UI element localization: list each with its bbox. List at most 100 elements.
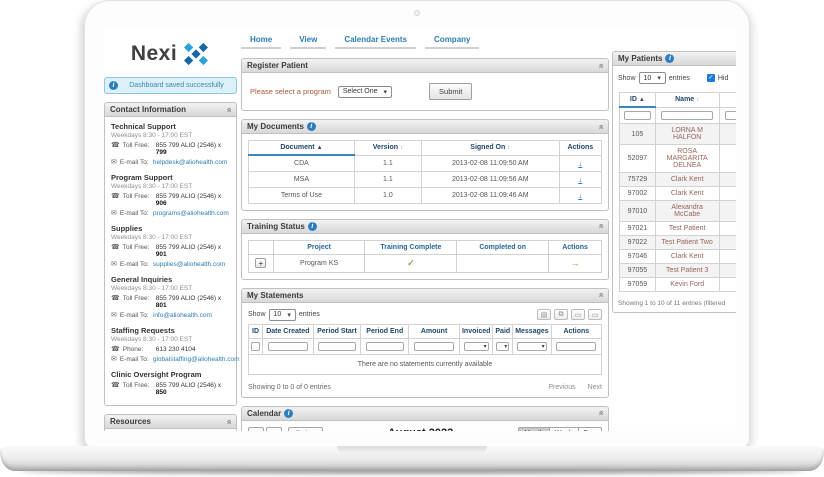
email-link[interactable]: globalstaffing@aliohealth.com — [153, 356, 240, 363]
export-csv-button[interactable]: ▭ — [571, 309, 585, 320]
patient-row[interactable]: 75729 Clark Kent Prin — [619, 172, 736, 187]
col-signed-on[interactable]: Signed On ↕ — [420, 140, 560, 156]
patient-row[interactable]: 97046 Clark Kent Prin — [619, 249, 736, 264]
nav-tab[interactable]: Home — [241, 33, 282, 49]
patient-row[interactable]: 97059 Kevin Ford Prin — [619, 277, 736, 292]
collapse-icon[interactable]: » — [223, 419, 233, 424]
filter-paid-select[interactable]: ▾ — [496, 341, 510, 351]
email-link[interactable]: info@aliohealth.com — [153, 312, 212, 319]
col-role[interactable]: R — [718, 92, 736, 108]
export-pdf-button[interactable]: ▭ — [588, 309, 602, 320]
statements-showing-text: Showing 0 to 0 of 0 entries — [248, 383, 331, 391]
filter-patient-name-input[interactable] — [661, 110, 713, 120]
filter-messages-select[interactable]: ▾ — [517, 341, 547, 351]
patients-table: ID▲ Name↕ R — [619, 92, 736, 292]
filter-invoiced-select[interactable]: ▾ — [463, 341, 489, 351]
previous-page-button[interactable]: Previous — [548, 384, 575, 391]
statements-col[interactable]: Paid — [492, 323, 514, 339]
nav-tab[interactable]: Company — [425, 33, 480, 49]
calendar-panel-header[interactable]: Calendar i » — [242, 406, 608, 421]
view-month-button[interactable]: Month — [518, 426, 550, 431]
training-panel-header[interactable]: Training Status i » — [242, 219, 608, 234]
collapse-icon[interactable]: » — [223, 107, 233, 112]
register-panel-header[interactable]: Register Patient » — [242, 59, 608, 73]
filter-period-end-input[interactable] — [365, 341, 404, 351]
patient-row[interactable]: 97055 Test Patient 3 Prin — [619, 263, 736, 278]
chevron-down-icon: ▾ — [657, 75, 661, 82]
training-table: Project Training Complete Completed on A… — [248, 239, 602, 273]
statements-col[interactable]: Period End — [360, 323, 410, 339]
nexi-logo-icon — [184, 42, 209, 66]
documents-panel-header[interactable]: My Documents i » — [242, 120, 608, 134]
col-version[interactable]: Version ↕ — [353, 140, 422, 156]
copy-button[interactable]: ⧉ — [554, 309, 568, 320]
download-icon[interactable]: ↓ — [578, 191, 582, 200]
next-page-button[interactable]: Next — [588, 384, 602, 391]
go-arrow-icon[interactable]: → — [571, 258, 580, 268]
statements-col[interactable]: ID — [248, 323, 263, 339]
patient-row[interactable]: 97022 Test Patient Two Prin — [619, 235, 736, 250]
hide-checkbox[interactable]: ✓ — [706, 74, 715, 82]
download-icon[interactable]: ↓ — [578, 159, 582, 168]
program-select[interactable]: Select One ▾ — [337, 85, 393, 98]
filter-id-input[interactable] — [251, 341, 260, 351]
statements-col[interactable]: Messages — [512, 323, 552, 339]
collapse-icon[interactable]: » — [595, 223, 605, 228]
calendar-panel: Calendar i » ‹ › Today August 2022 Month… — [241, 405, 609, 431]
filter-patient-id-input[interactable] — [623, 111, 651, 120]
email-link[interactable]: supplies@aliohealth.com — [153, 261, 225, 268]
email-link[interactable]: helpdesk@aliohealth.com — [153, 159, 228, 166]
statements-col[interactable]: Date Created — [262, 323, 314, 339]
info-icon[interactable]: i — [284, 408, 294, 418]
view-week-button[interactable]: Week — [549, 426, 579, 431]
contact-panel-header[interactable]: Contact Information » — [105, 103, 236, 117]
patients-showing-text: Showing 1 to 10 of 11 entries (filtered — [618, 300, 726, 307]
statements-panel-header[interactable]: My Statements » — [242, 288, 608, 303]
collapse-icon[interactable]: » — [595, 292, 605, 297]
resources-panel: Resources » Test HCP Newsletter — [104, 414, 237, 431]
filter-date-created-input[interactable] — [267, 341, 308, 351]
filter-amount-input[interactable] — [413, 341, 455, 351]
patient-row[interactable]: 97002 Clark Kent Prin — [619, 186, 736, 201]
contact-title: General Inquiries — [111, 275, 173, 284]
statements-col[interactable]: Period Start — [312, 323, 362, 339]
statements-col[interactable]: Actions — [550, 323, 603, 339]
view-day-button[interactable]: Day — [578, 426, 602, 431]
filter-actions-input[interactable] — [556, 341, 597, 351]
resources-panel-header[interactable]: Resources » — [105, 415, 236, 429]
email-link[interactable]: programs@aliohealth.com — [153, 210, 229, 217]
col-id[interactable]: ID ▲ — [619, 92, 656, 108]
show-entries-select[interactable]: 10 ▾ — [268, 308, 296, 321]
panel-title: Register Patient — [247, 61, 308, 70]
calendar-today-button[interactable]: Today — [288, 426, 323, 431]
col-document[interactable]: Document ▲ — [248, 140, 355, 156]
statements-col[interactable]: Invoiced — [458, 323, 494, 339]
info-icon[interactable]: i — [307, 221, 317, 231]
download-icon[interactable]: ↓ — [578, 175, 582, 184]
collapse-icon[interactable]: » — [595, 124, 605, 129]
calendar-prev-button[interactable]: ‹ — [248, 426, 264, 431]
patient-row[interactable]: 97021 Test Patient Prin — [619, 221, 736, 236]
collapse-icon[interactable]: » — [595, 410, 605, 415]
submit-button[interactable]: Submit — [429, 83, 473, 100]
nav-tab[interactable]: View — [290, 33, 327, 49]
expand-row-button[interactable]: + — [255, 258, 267, 268]
col-actions: Actions — [558, 140, 603, 156]
patients-panel-header[interactable]: My Patients i — [613, 52, 736, 66]
filter-patient-role-input[interactable] — [724, 110, 736, 120]
column-visibility-button[interactable]: ▤ — [537, 309, 551, 320]
patient-row[interactable]: 97010 Alexandra McCabe Prin — [619, 200, 736, 222]
info-icon[interactable]: i — [665, 54, 675, 63]
nav-tab[interactable]: Calendar Events — [335, 33, 417, 49]
patients-show-entries-select[interactable]: 10 ▾ — [638, 72, 666, 84]
collapse-icon[interactable]: » — [595, 63, 605, 68]
chevron-down-icon: ▾ — [541, 343, 545, 350]
statements-col[interactable]: Amount — [408, 323, 460, 339]
filter-period-start-input[interactable] — [318, 341, 356, 351]
calendar-next-button[interactable]: › — [266, 426, 282, 431]
sort-asc-icon: ▲ — [316, 145, 323, 151]
col-name[interactable]: Name ↕ — [654, 92, 720, 108]
patient-row[interactable]: 105 LORNA M HALFON Prin — [619, 123, 736, 145]
patient-row[interactable]: 52097 ROSA MARGARITA DELNEA Back — [619, 144, 736, 173]
info-icon[interactable]: i — [306, 122, 316, 131]
